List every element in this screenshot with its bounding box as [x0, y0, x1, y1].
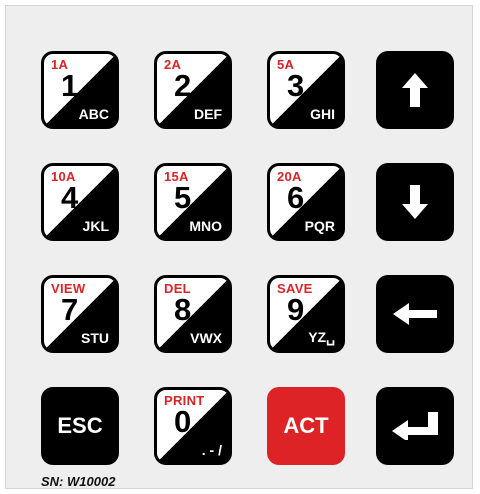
- key-5-letters: MNO: [189, 218, 222, 234]
- key-9-digit: 9: [287, 292, 305, 327]
- keypad-panel: 1A 1 ABC 2A 2 DEF 5A 3 GHI 10A 4 JKL 15A…: [5, 5, 473, 489]
- key-4-letters: JKL: [82, 218, 109, 234]
- key-2[interactable]: 2A 2 DEF: [154, 51, 232, 129]
- key-4[interactable]: 10A 4 JKL: [41, 163, 119, 241]
- key-9[interactable]: SAVE 9 YZ␣: [267, 275, 345, 353]
- key-8-letters: VWX: [190, 330, 222, 346]
- key-5[interactable]: 15A 5 MNO: [154, 163, 232, 241]
- enter-key[interactable]: [376, 387, 454, 465]
- act-label: ACT: [283, 413, 329, 438]
- key-0-digit: 0: [174, 404, 192, 439]
- down-arrow-icon: [402, 185, 428, 219]
- key-5-digit: 5: [174, 180, 192, 215]
- key-2-digit: 2: [174, 68, 192, 103]
- key-7-letters: STU: [81, 330, 109, 346]
- down-arrow-key[interactable]: [376, 163, 454, 241]
- up-arrow-icon: [402, 73, 428, 107]
- key-0[interactable]: PRINT 0 . - /: [154, 387, 232, 465]
- key-6-letters: PQR: [304, 218, 335, 234]
- key-6[interactable]: 20A 6 PQR: [267, 163, 345, 241]
- backspace-arrow-icon: [393, 303, 437, 325]
- key-0-symbols: . - /: [201, 442, 222, 458]
- key-6-digit: 6: [287, 180, 305, 215]
- key-4-digit: 4: [61, 180, 79, 215]
- key-1-letters: ABC: [78, 106, 109, 122]
- up-arrow-key[interactable]: [376, 51, 454, 129]
- key-7[interactable]: VIEW 7 STU: [41, 275, 119, 353]
- esc-label: ESC: [57, 413, 103, 438]
- backspace-key[interactable]: [376, 275, 454, 353]
- key-3-letters: GHI: [310, 106, 335, 122]
- key-3-digit: 3: [287, 68, 305, 103]
- serial-number: SN: W10002: [41, 474, 116, 489]
- key-3[interactable]: 5A 3 GHI: [267, 51, 345, 129]
- key-2-letters: DEF: [194, 106, 222, 122]
- key-9-letters: YZ␣: [308, 329, 335, 345]
- key-8[interactable]: DEL 8 VWX: [154, 275, 232, 353]
- key-1-digit: 1: [61, 68, 79, 103]
- key-1[interactable]: 1A 1 ABC: [41, 51, 119, 129]
- key-7-digit: 7: [61, 292, 79, 327]
- act-key[interactable]: ACT: [267, 387, 345, 465]
- key-8-digit: 8: [174, 292, 192, 327]
- esc-key[interactable]: ESC: [41, 387, 119, 465]
- enter-icon: [392, 412, 438, 440]
